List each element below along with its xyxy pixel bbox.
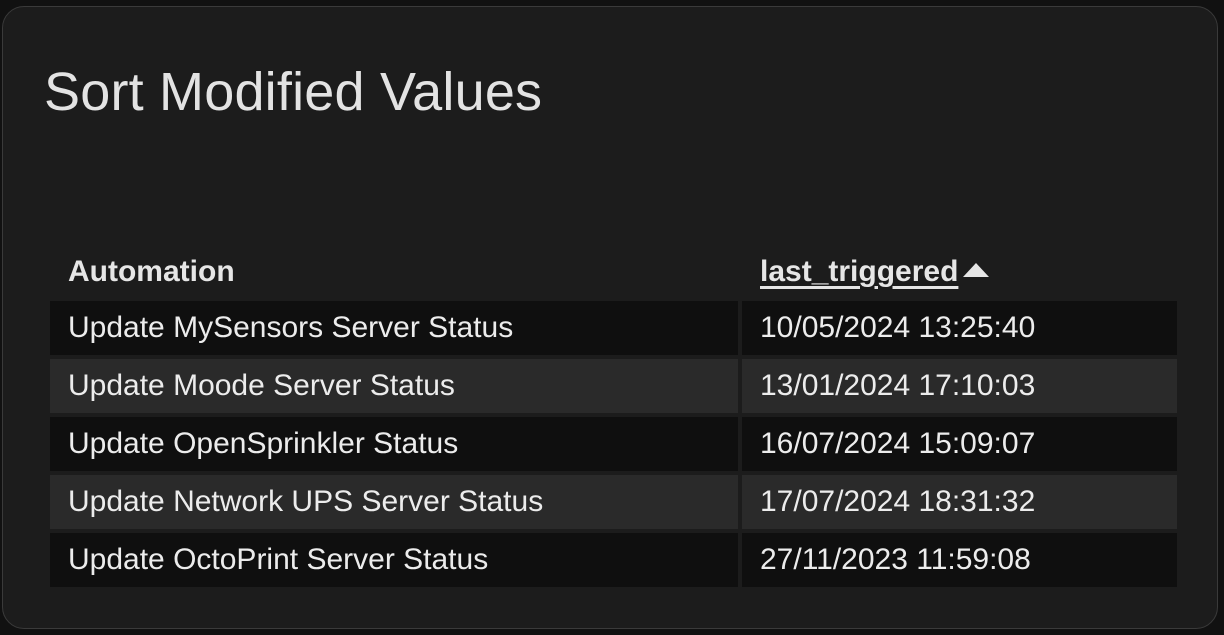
cell-last-triggered: 13/01/2024 17:10:03 (742, 359, 1177, 413)
cell-last-triggered: 10/05/2024 13:25:40 (742, 301, 1177, 355)
cell-automation: Update Network UPS Server Status (50, 475, 738, 529)
caret-up-icon (963, 263, 990, 277)
table-row: Update OctoPrint Server Status 27/11/202… (50, 533, 1177, 587)
automation-table: Automation last_triggered Update MySenso… (46, 243, 1181, 591)
column-header-last-triggered-label[interactable]: last_triggered (760, 255, 958, 288)
table-card: Sort Modified Values Automation last_tri… (2, 6, 1218, 629)
column-header-automation: Automation (68, 255, 235, 288)
cell-automation: Update Moode Server Status (50, 359, 738, 413)
cell-automation: Update MySensors Server Status (50, 301, 738, 355)
cell-last-triggered: 27/11/2023 11:59:08 (742, 533, 1177, 587)
cell-last-triggered: 17/07/2024 18:31:32 (742, 475, 1177, 529)
table-row: Update OpenSprinkler Status 16/07/2024 1… (50, 417, 1177, 471)
cell-automation: Update OpenSprinkler Status (50, 417, 738, 471)
table-header-row: Automation last_triggered (50, 247, 1177, 297)
column-header-last-triggered[interactable]: last_triggered (742, 247, 1177, 297)
table-row: Update MySensors Server Status 10/05/202… (50, 301, 1177, 355)
card-title: Sort Modified Values (44, 62, 543, 122)
table-row: Update Moode Server Status 13/01/2024 17… (50, 359, 1177, 413)
cell-last-triggered: 16/07/2024 15:09:07 (742, 417, 1177, 471)
cell-automation: Update OctoPrint Server Status (50, 533, 738, 587)
table-row: Update Network UPS Server Status 17/07/2… (50, 475, 1177, 529)
